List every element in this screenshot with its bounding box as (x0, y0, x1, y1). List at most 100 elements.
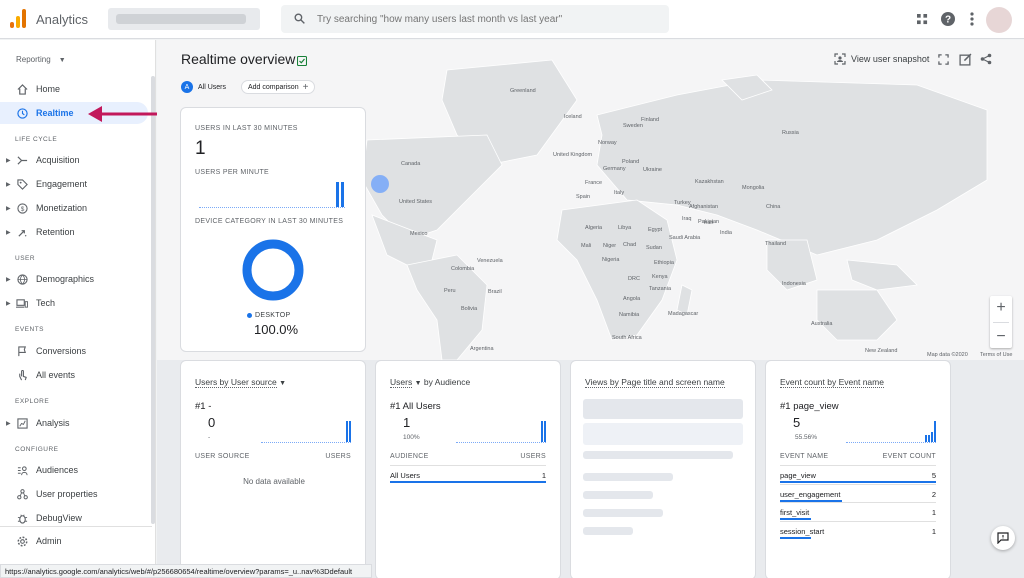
zoom-in-icon[interactable]: + (996, 299, 1005, 317)
card-title[interactable]: Views by Page title and screen name (585, 377, 725, 388)
all-users-chip[interactable]: A All Users (181, 80, 226, 94)
table-row[interactable]: All Users 1 (390, 465, 546, 483)
expand-arrow-icon[interactable]: ▶ (6, 300, 11, 307)
donut-slice-desktop[interactable] (242, 239, 304, 301)
fullscreen-icon[interactable] (938, 54, 949, 65)
share-icon[interactable] (980, 53, 992, 65)
sidebar-item-monetization[interactable]: ▶ $ Monetization (0, 197, 152, 219)
table-row[interactable]: user_engagement 2 (780, 483, 936, 502)
reporting-dropdown[interactable]: Reporting ▼ (16, 55, 66, 64)
sidebar-item-tech[interactable]: ▶ Tech (0, 292, 152, 314)
blurred-content (583, 527, 633, 535)
sidebar-item-analysis[interactable]: ▶ Analysis (0, 412, 152, 434)
sidebar-item-retention[interactable]: ▶ Retention (0, 221, 152, 243)
map-label: Indonesia (782, 281, 806, 287)
sidebar-item-acquisition[interactable]: ▶ Acquisition (0, 149, 152, 171)
map-terms-link[interactable]: Terms of Use (980, 352, 1012, 358)
map-label: Saudi Arabia (669, 235, 701, 241)
feedback-button[interactable] (991, 526, 1015, 550)
map-label: Chad (623, 242, 637, 248)
card-title[interactable]: Event count by Event name (780, 377, 884, 388)
card-sparkline[interactable] (846, 421, 936, 443)
sidebar-item-engagement[interactable]: ▶ Engagement (0, 173, 152, 195)
card-sparkline[interactable] (456, 421, 546, 443)
legend-dot-icon (247, 313, 252, 318)
map-label: Colombia (451, 266, 475, 272)
expand-arrow-icon[interactable]: ▶ (6, 229, 11, 236)
user-properties-icon (16, 488, 28, 500)
search-input[interactable] (317, 11, 657, 27)
more-vert-icon[interactable] (964, 11, 980, 27)
map-label: Niger (603, 243, 617, 249)
sidebar-item-user-properties[interactable]: User properties (0, 483, 152, 505)
map-label: Peru (444, 288, 456, 294)
expand-arrow-icon[interactable]: ▶ (6, 157, 11, 164)
section-events: EVENTS (15, 326, 45, 333)
avatar[interactable] (986, 7, 1012, 33)
users-by-audience-card: Users ▼ by Audience #1 All Users 1 100% … (375, 360, 561, 578)
sidebar-item-all-events[interactable]: All events (0, 364, 152, 386)
table-row[interactable]: page_view 5 (780, 465, 936, 483)
sidebar-divider (0, 526, 152, 527)
view-user-snapshot-button[interactable]: View user snapshot (834, 53, 929, 65)
row-name: user_engagement (780, 489, 841, 499)
gear-icon (16, 535, 28, 547)
sidebar-item-label: Conversions (36, 346, 87, 356)
sidebar-item-label: Admin (36, 536, 62, 546)
device-donut-chart[interactable] (242, 239, 304, 301)
row-value: 1 (541, 471, 546, 480)
analytics-logo-icon[interactable] (10, 9, 26, 28)
apps-grid-icon[interactable] (914, 11, 930, 27)
sidebar-item-label: All events (36, 370, 76, 380)
expand-arrow-icon[interactable]: ▶ (6, 205, 11, 212)
app-name: Analytics (36, 12, 89, 27)
top-sub: - (208, 434, 211, 441)
map-label: Tanzania (649, 286, 672, 292)
spark-bar (933, 421, 936, 442)
flag-icon (16, 345, 28, 357)
map-label: Iraq (682, 216, 692, 222)
card-sparkline[interactable] (261, 421, 351, 443)
sidebar-item-conversions[interactable]: Conversions (0, 340, 152, 362)
map-label: Ethiopia (654, 260, 674, 266)
table-row[interactable]: session_start 1 (780, 520, 936, 539)
users-per-minute-chart[interactable] (199, 182, 345, 208)
map-label: Mexico (410, 231, 428, 237)
spark-bar (345, 421, 348, 442)
sidebar-item-label: Realtime (36, 108, 74, 118)
row-value: 1 (931, 508, 936, 517)
expand-arrow-icon[interactable]: ▶ (6, 420, 11, 427)
sidebar-item-demographics[interactable]: ▶ Demographics (0, 268, 152, 290)
user-location-dot[interactable] (371, 175, 389, 193)
blurred-content (583, 399, 743, 419)
map-zoom-controls: + − (990, 296, 1012, 348)
help-icon[interactable]: ? (940, 11, 956, 27)
zoom-divider (993, 321, 1009, 323)
row-name: session_start (780, 526, 825, 536)
card-title[interactable]: Users ▼ by Audience (390, 377, 470, 388)
row-name: All Users (390, 471, 421, 480)
map-label: Kenya (652, 274, 668, 280)
map-label: Australia (811, 321, 833, 327)
sidebar-item-audiences[interactable]: Audiences (0, 459, 152, 481)
map-label: Angola (623, 296, 641, 302)
card-title[interactable]: Users by User source ▼ (195, 377, 286, 388)
all-users-label: All Users (198, 83, 227, 91)
map-label: Sweden (623, 123, 643, 129)
edit-report-icon[interactable] (959, 53, 972, 66)
table-row[interactable]: first_visit 1 (780, 502, 936, 520)
column-header: EVENT COUNT (882, 453, 936, 460)
expand-arrow-icon[interactable]: ▶ (6, 276, 11, 283)
zoom-out-icon[interactable]: − (996, 328, 1005, 346)
verified-icon[interactable] (297, 55, 307, 66)
svg-text:$: $ (20, 205, 24, 212)
sidebar-item-admin[interactable]: Admin (0, 530, 152, 552)
add-comparison-button[interactable]: Add comparison + (241, 80, 316, 94)
search-bar[interactable] (281, 5, 669, 33)
acquisition-icon (16, 154, 28, 166)
expand-arrow-icon[interactable]: ▶ (6, 181, 11, 188)
sidebar-item-home[interactable]: Home (0, 78, 152, 100)
empty-state: No data available (243, 477, 305, 486)
sidebar-scrollbar[interactable] (151, 76, 155, 524)
map-label: Poland (622, 159, 640, 165)
